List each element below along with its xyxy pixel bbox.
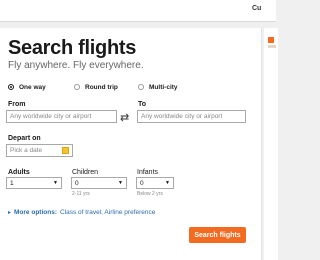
- to-input[interactable]: Any worldwide city or airport: [137, 110, 246, 123]
- infants-value: 0: [140, 180, 144, 187]
- currency-selector[interactable]: Cu: [252, 5, 261, 12]
- children-label: Children: [72, 169, 99, 176]
- search-flights-card: Search flights Fly anywhere. Fly everywh…: [0, 28, 262, 260]
- from-label: From: [8, 101, 26, 108]
- adults-label: Adults: [8, 169, 30, 176]
- page-subtitle: Fly anywhere. Fly everywhere.: [8, 60, 144, 71]
- radio-selected-icon: [8, 84, 14, 90]
- infants-hint: Below 2 yrs: [137, 191, 163, 197]
- search-flights-button[interactable]: Search flights: [189, 227, 246, 243]
- more-options-label: More options:: [14, 209, 57, 216]
- from-input[interactable]: Any worldwide city or airport: [6, 110, 117, 123]
- chevron-down-icon: ▼: [53, 180, 58, 186]
- top-header: Cu: [0, 0, 276, 22]
- more-options-detail: Class of travel, Airline preference: [59, 209, 156, 216]
- to-label: To: [138, 101, 147, 108]
- radio-unselected-icon: [74, 84, 80, 90]
- adults-value: 1: [10, 180, 14, 187]
- chevron-right-icon: ▸: [8, 210, 12, 216]
- depart-date-input[interactable]: Pick a date: [6, 144, 73, 157]
- more-options-link[interactable]: ▸ More options: Class of travel, Airline…: [8, 209, 155, 216]
- calendar-icon[interactable]: [62, 147, 69, 154]
- trip-type-multi-city[interactable]: Multi-city: [138, 82, 178, 92]
- trip-type-label: Multi-city: [149, 83, 178, 91]
- page-title: Search flights: [8, 37, 137, 59]
- side-panel: [264, 28, 278, 260]
- side-thumbnail: [268, 45, 276, 48]
- radio-unselected-icon: [138, 84, 144, 90]
- adults-select[interactable]: 1 ▼: [6, 177, 62, 189]
- chevron-down-icon: ▼: [165, 180, 170, 186]
- trip-type-label: One way: [19, 83, 46, 91]
- depart-date-placeholder: Pick a date: [10, 147, 43, 154]
- infants-label: Infants: [137, 169, 159, 176]
- header-divider: [0, 21, 276, 22]
- trip-type-one-way[interactable]: One way: [8, 82, 46, 92]
- swap-arrows-icon[interactable]: ⇄: [120, 111, 132, 124]
- children-select[interactable]: 0 ▼: [71, 177, 127, 189]
- infants-select[interactable]: 0 ▼: [136, 177, 174, 189]
- children-hint: 2-11 yrs: [72, 191, 90, 197]
- chevron-down-icon: ▼: [118, 180, 123, 186]
- children-value: 0: [75, 180, 79, 187]
- trip-type-label: Round trip: [85, 83, 118, 91]
- trip-type-round-trip[interactable]: Round trip: [74, 82, 118, 92]
- depart-label: Depart on: [8, 135, 41, 142]
- brand-logo-icon: [268, 37, 274, 43]
